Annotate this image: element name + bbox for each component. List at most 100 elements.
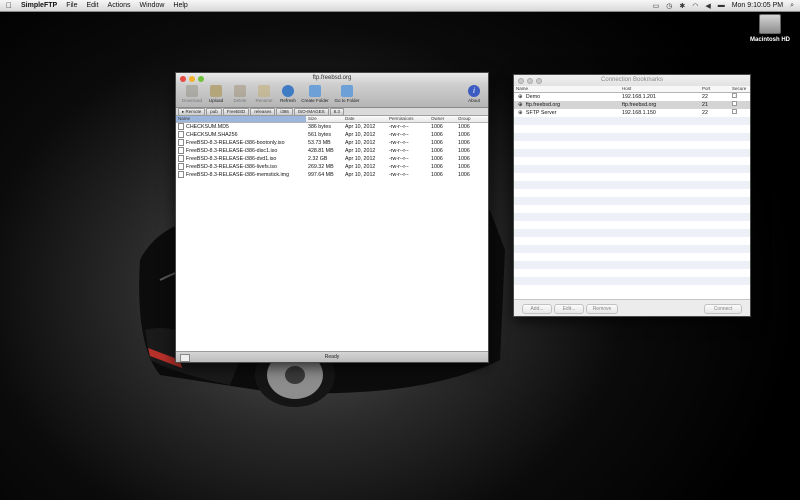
path-crumb[interactable]: ISO-IMAGES [293, 107, 329, 116]
file-owner: 1006 [431, 140, 443, 146]
rename-icon [258, 85, 270, 97]
col-date[interactable]: Date [343, 116, 387, 122]
file-icon [178, 131, 184, 139]
path-crumb[interactable]: 8.3 [329, 107, 344, 116]
secure-checkbox[interactable] [732, 101, 737, 106]
file-icon [178, 163, 184, 171]
col-name[interactable]: Name [176, 116, 306, 122]
new-folder-icon [309, 85, 321, 97]
refresh-label: Refresh [280, 98, 296, 103]
file-owner: 1006 [431, 148, 443, 154]
file-permissions: -rw-r--r-- [389, 124, 409, 130]
file-group: 1006 [458, 172, 470, 178]
secure-checkbox[interactable]: ✓ [732, 93, 737, 98]
menu-file[interactable]: File [66, 2, 77, 9]
close-button[interactable] [518, 77, 524, 84]
col-bm-secure[interactable]: Secure [730, 86, 750, 92]
create-folder-button[interactable]: Create Folder [300, 84, 330, 107]
about-button[interactable]: i About [462, 84, 486, 103]
file-name: FreeBSD-8.3-RELEASE-i386-livefs.iso [186, 164, 277, 170]
file-date: Apr 10, 2012 [345, 172, 376, 178]
go-to-folder-label: Go to Folder [334, 98, 360, 103]
desktop-disk[interactable]: Macintosh HD [748, 14, 792, 43]
file-owner: 1006 [431, 164, 443, 170]
path-bar: ▸ Remote pub FreeBSD releases i386 ISO-I… [176, 107, 488, 116]
download-icon [186, 85, 198, 97]
refresh-button[interactable]: Refresh [276, 84, 300, 107]
delete-button[interactable]: Delete [228, 84, 252, 107]
col-size[interactable]: Size [306, 116, 343, 122]
upload-button[interactable]: Upload [204, 84, 228, 107]
file-row[interactable]: FreeBSD-8.3-RELEASE-i386-livefs.iso 269.… [176, 163, 488, 171]
bluetooth-icon[interactable]: ✱ [679, 2, 685, 10]
file-row[interactable]: FreeBSD-8.3-RELEASE-i386-memstick.img 99… [176, 171, 488, 179]
file-size: 561 bytes [308, 132, 331, 138]
ftp-titlebar[interactable]: ftp.freebsd.org [176, 73, 488, 84]
menu-actions[interactable]: Actions [108, 2, 131, 9]
bookmarks-header: Name Host Port Secure [514, 86, 750, 93]
secure-checkbox[interactable]: ✓ [732, 109, 737, 114]
file-group: 1006 [458, 164, 470, 170]
time-machine-icon[interactable]: ◷ [666, 2, 672, 10]
rename-button[interactable]: Rename [252, 84, 276, 107]
col-bm-name[interactable]: Name [514, 86, 620, 92]
path-crumb[interactable]: pub [206, 107, 222, 116]
path-crumb[interactable]: FreeBSD [222, 107, 250, 116]
add-button[interactable]: Add... [522, 304, 552, 314]
remove-button[interactable]: Remove [586, 304, 618, 314]
bookmark-row[interactable]: ⊕ Demo 192.168.1.201 22 ✓ [514, 93, 750, 101]
menu-edit[interactable]: Edit [86, 2, 98, 9]
path-crumb[interactable]: releases [250, 107, 276, 116]
edit-button[interactable]: Edit... [554, 304, 584, 314]
file-row[interactable]: FreeBSD-8.3-RELEASE-i386-bootonly.iso 53… [176, 139, 488, 147]
menu-help[interactable]: Help [173, 2, 187, 9]
close-button[interactable] [180, 75, 186, 82]
download-button[interactable]: Download [180, 84, 204, 107]
col-permissions[interactable]: Permissions [387, 116, 429, 122]
col-group[interactable]: Group [456, 116, 486, 122]
col-bm-port[interactable]: Port [700, 86, 730, 92]
search-icon[interactable]: ⌕ [790, 2, 794, 10]
file-row[interactable]: FreeBSD-8.3-RELEASE-i386-disc1.iso 428.8… [176, 147, 488, 155]
go-to-folder-button[interactable]: Go to Folder [330, 84, 364, 107]
battery-icon[interactable]: ▬ [718, 2, 725, 9]
connect-button[interactable]: Connect [704, 304, 742, 314]
file-row[interactable]: FreeBSD-8.3-RELEASE-i386-dvd1.iso 2.32 G… [176, 155, 488, 163]
col-bm-host[interactable]: Host [620, 86, 700, 92]
file-name: FreeBSD-8.3-RELEASE-i386-disc1.iso [186, 148, 278, 154]
menu-app-name[interactable]: SimpleFTP [21, 2, 57, 9]
file-row[interactable]: CHECKSUM.MD5 386 bytes Apr 10, 2012 -rw-… [176, 123, 488, 131]
about-label: About [468, 98, 480, 103]
menu-window[interactable]: Window [140, 2, 165, 9]
file-owner: 1006 [431, 124, 443, 130]
col-owner[interactable]: Owner [429, 116, 456, 122]
status-text: Ready [324, 354, 340, 360]
file-name: FreeBSD-8.3-RELEASE-i386-memstick.img [186, 172, 290, 178]
file-group: 1006 [458, 124, 470, 130]
menu-clock[interactable]: Mon 9:10:05 PM [732, 2, 783, 9]
bookmarks-titlebar[interactable]: Connection Bookmarks [514, 75, 750, 86]
minimize-button[interactable] [527, 77, 533, 84]
volume-icon[interactable]: ◀ [705, 2, 710, 10]
file-date: Apr 10, 2012 [345, 140, 376, 146]
file-permissions: -rw-r--r-- [389, 172, 409, 178]
log-toggle-icon[interactable] [180, 354, 190, 362]
ftp-toolbar: Download Upload Delete Rename Refresh Cr… [176, 84, 488, 108]
file-owner: 1006 [431, 156, 443, 162]
apple-menu-icon[interactable]:  [6, 1, 12, 10]
screen-mirror-icon[interactable]: ▭ [653, 2, 660, 10]
ftp-window-title: ftp.freebsd.org [312, 75, 352, 81]
file-icon [178, 155, 184, 163]
bookmark-row[interactable]: ⊕ ftp.freebsd.org ftp.freebsd.org 21 [514, 101, 750, 109]
path-crumb[interactable]: i386 [276, 107, 293, 116]
bookmark-row[interactable]: ⊕ SFTP Server 192.168.1.150 22 ✓ [514, 109, 750, 117]
minimize-button[interactable] [189, 75, 195, 82]
bookmark-icon: ⊕ [518, 102, 524, 108]
zoom-button[interactable] [198, 75, 204, 82]
hard-drive-icon[interactable] [759, 14, 781, 34]
file-size: 386 bytes [308, 124, 331, 130]
path-crumb[interactable]: ▸ Remote [178, 107, 206, 116]
file-row[interactable]: CHECKSUM.SHA256 561 bytes Apr 10, 2012 -… [176, 131, 488, 139]
wifi-icon[interactable]: ◠ [692, 2, 698, 10]
zoom-button[interactable] [536, 77, 542, 84]
